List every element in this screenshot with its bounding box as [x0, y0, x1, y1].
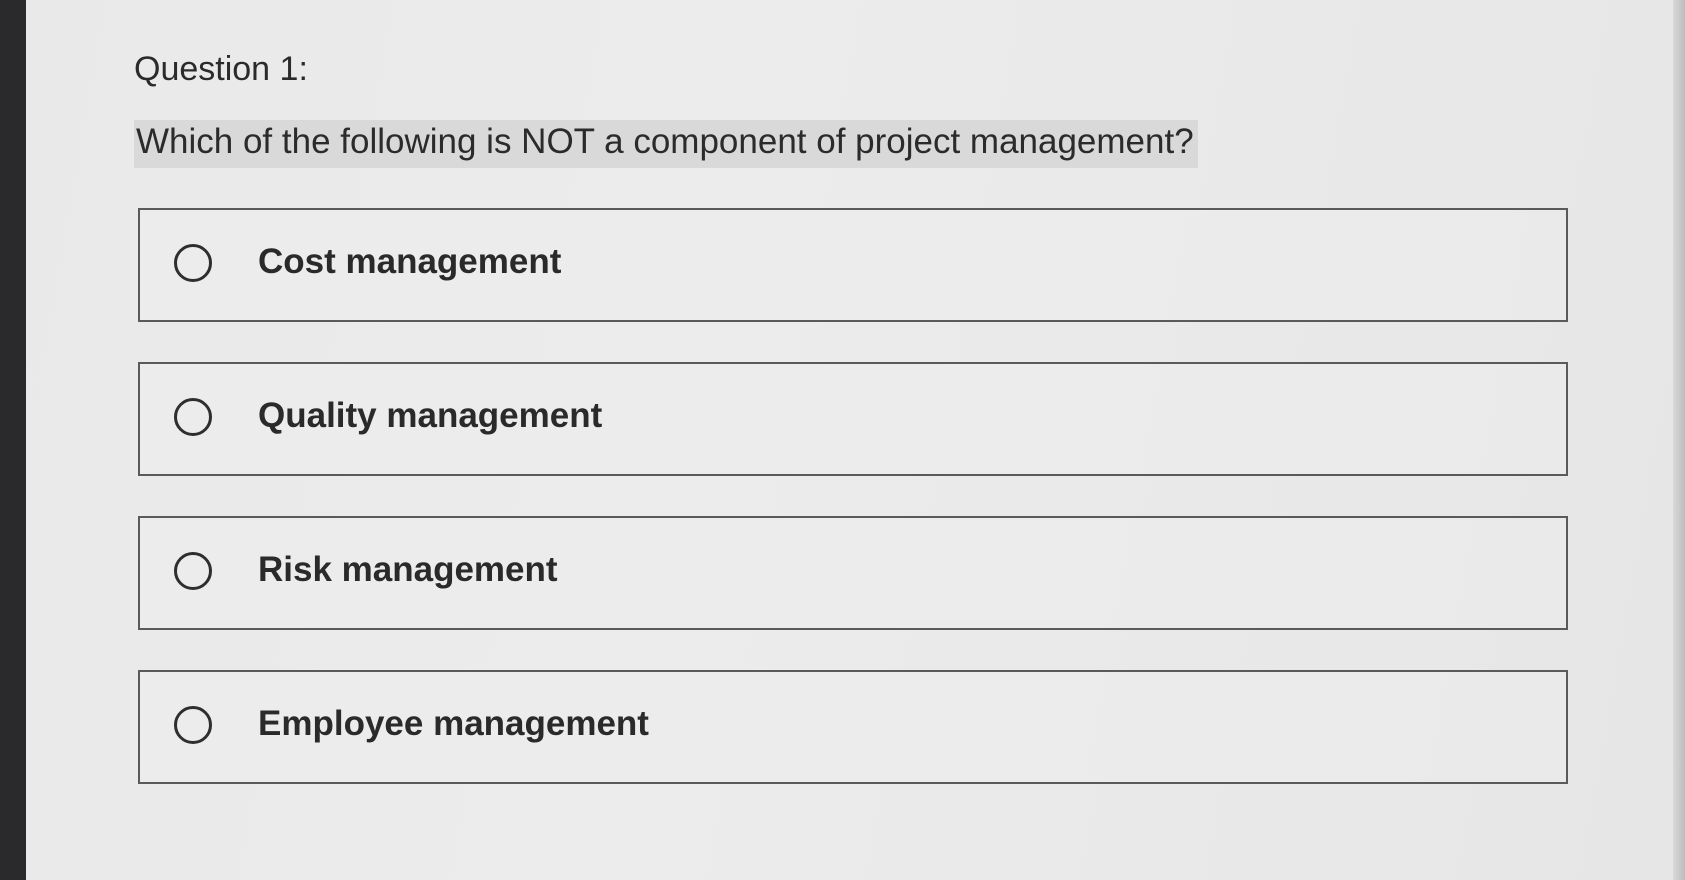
- radio-button-icon[interactable]: [174, 706, 212, 744]
- option-employee-management[interactable]: Employee management: [138, 670, 1568, 784]
- question-text: Which of the following is NOT a componen…: [134, 120, 1198, 168]
- radio-button-icon[interactable]: [174, 244, 212, 282]
- option-risk-management[interactable]: Risk management: [138, 516, 1568, 630]
- option-label: Risk management: [258, 550, 558, 589]
- question-number: Question 1:: [134, 50, 308, 88]
- option-quality-management[interactable]: Quality management: [138, 362, 1568, 476]
- option-label: Quality management: [258, 396, 603, 435]
- radio-button-icon[interactable]: [174, 398, 212, 436]
- answer-options: Cost management Quality management Risk …: [138, 208, 1568, 824]
- screen-edge: [1673, 0, 1685, 880]
- option-cost-management[interactable]: Cost management: [138, 208, 1568, 322]
- radio-button-icon[interactable]: [174, 552, 212, 590]
- option-label: Cost management: [258, 242, 562, 281]
- quiz-screen: Question 1: Which of the following is NO…: [26, 0, 1685, 880]
- option-label: Employee management: [258, 704, 649, 743]
